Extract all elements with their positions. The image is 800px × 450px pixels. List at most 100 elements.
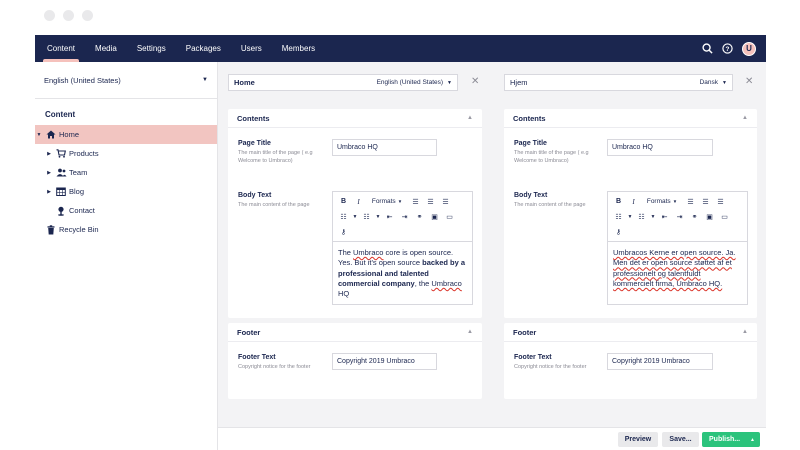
- right-contents-panel: Contents ▲ Page Title The main title of …: [504, 109, 757, 318]
- tree-item-label: Blog: [69, 187, 85, 196]
- tree-item-recycle-bin[interactable]: Recycle Bin: [35, 220, 217, 239]
- caret-up-icon[interactable]: ▲: [750, 437, 755, 443]
- bold-icon[interactable]: B: [336, 195, 351, 209]
- team-icon: [53, 168, 69, 177]
- align-center-icon[interactable]: ☰: [698, 195, 713, 209]
- formats-dropdown[interactable]: Formats ▼: [641, 195, 683, 209]
- nav-packages[interactable]: Packages: [176, 35, 231, 62]
- window-dot: [82, 10, 93, 21]
- rte-content[interactable]: The Umbraco core is open source. Yes. Bu…: [333, 242, 472, 306]
- indent-icon[interactable]: ⇥: [672, 210, 687, 224]
- property-description: The main content of the page: [514, 202, 586, 208]
- right-language-switch[interactable]: Dansk ▼: [700, 79, 727, 86]
- outdent-icon[interactable]: ⇤: [382, 210, 397, 224]
- language-select-value: English (United States): [44, 75, 121, 85]
- caret-down-icon: ▼: [722, 79, 727, 86]
- right-node-header: Hjem Dansk ▼: [504, 74, 733, 91]
- indent-icon[interactable]: ⇥: [397, 210, 412, 224]
- caret-down-icon[interactable]: ▼: [374, 210, 382, 224]
- embed-icon[interactable]: ▭: [442, 210, 457, 224]
- nav-media[interactable]: Media: [85, 35, 127, 62]
- publish-button[interactable]: Publish... ▲: [702, 432, 760, 447]
- content-tree-sidebar: English (United States) ▼ Content ▼ Home…: [35, 62, 218, 450]
- node-name-input[interactable]: Home: [234, 78, 255, 87]
- avatar[interactable]: U: [742, 41, 756, 56]
- page-title-input[interactable]: Umbraco HQ: [607, 139, 713, 156]
- top-bar: Content Media Settings Packages Users Me…: [35, 35, 766, 62]
- preview-button[interactable]: Preview: [618, 432, 658, 447]
- pin-icon: [53, 206, 69, 216]
- formats-label: Formats: [371, 198, 396, 205]
- right-footer-panel: Footer ▲ Footer Text Copyright notice fo…: [504, 323, 757, 399]
- panel-header[interactable]: Contents ▲: [504, 109, 757, 128]
- language-select[interactable]: English (United States) ▼: [35, 62, 217, 99]
- align-center-icon[interactable]: ☰: [423, 195, 438, 209]
- expand-arrow-icon[interactable]: ▶: [45, 151, 53, 157]
- chevron-up-icon[interactable]: ▲: [467, 329, 473, 335]
- panel-title: Contents: [237, 113, 270, 123]
- chevron-up-icon[interactable]: ▲: [467, 115, 473, 121]
- close-icon[interactable]: ✕: [745, 76, 753, 87]
- tree-item-home[interactable]: ▼ Home: [35, 125, 217, 144]
- expand-arrow-icon[interactable]: ▶: [45, 170, 53, 176]
- chevron-up-icon[interactable]: ▲: [742, 329, 748, 335]
- footer-text-input[interactable]: Copyright 2019 Umbraco: [332, 353, 437, 370]
- embed-icon[interactable]: ▭: [717, 210, 732, 224]
- panel-header[interactable]: Contents ▲: [228, 109, 482, 128]
- align-left-icon[interactable]: ☰: [683, 195, 698, 209]
- node-name-input[interactable]: Hjem: [510, 78, 528, 87]
- tree-item-products[interactable]: ▶ Products: [35, 144, 217, 163]
- help-icon[interactable]: ?: [722, 43, 733, 54]
- tree-item-label: Products: [69, 149, 99, 158]
- property-label: Footer Text: [238, 354, 276, 361]
- rte-text: Umbracos Kerne er open source. Ja. Men d…: [613, 248, 736, 289]
- panel-header[interactable]: Footer ▲: [228, 323, 482, 342]
- search-icon[interactable]: [702, 43, 713, 54]
- image-icon[interactable]: ▣: [427, 210, 442, 224]
- bullet-list-icon[interactable]: ☷: [336, 210, 351, 224]
- top-actions: ? U: [702, 41, 766, 56]
- formats-dropdown[interactable]: Formats ▼: [366, 195, 408, 209]
- save-button[interactable]: Save...: [662, 432, 699, 447]
- nav-content[interactable]: Content: [37, 35, 85, 62]
- calendar-icon: [53, 187, 69, 196]
- footer-text-input[interactable]: Copyright 2019 Umbraco: [607, 353, 713, 370]
- bold-icon[interactable]: B: [611, 195, 626, 209]
- chevron-up-icon[interactable]: ▲: [742, 115, 748, 121]
- bullet-list-icon[interactable]: ☷: [611, 210, 626, 224]
- nav-users[interactable]: Users: [231, 35, 272, 62]
- panel-header[interactable]: Footer ▲: [504, 323, 757, 342]
- body-text-property: Body Text The main content of the page: [238, 192, 323, 210]
- left-language-switch[interactable]: English (United States) ▼: [377, 79, 452, 86]
- image-icon[interactable]: ▣: [702, 210, 717, 224]
- close-icon[interactable]: ✕: [471, 76, 479, 87]
- rte-text: Umbraco: [431, 279, 462, 289]
- caret-down-icon[interactable]: ▼: [626, 210, 634, 224]
- expand-arrow-icon[interactable]: ▼: [35, 132, 43, 138]
- rte-content[interactable]: Umbracos Kerne er open source. Ja. Men d…: [608, 242, 747, 295]
- link-icon[interactable]: ⚭: [412, 210, 427, 224]
- link-icon[interactable]: ⚭: [687, 210, 702, 224]
- outdent-icon[interactable]: ⇤: [657, 210, 672, 224]
- tree-item-contact[interactable]: Contact: [35, 201, 217, 220]
- align-left-icon[interactable]: ☰: [408, 195, 423, 209]
- main-nav: Content Media Settings Packages Users Me…: [35, 35, 325, 62]
- caret-down-icon[interactable]: ▼: [649, 210, 657, 224]
- page-title-input[interactable]: Umbraco HQ: [332, 139, 437, 156]
- macro-icon[interactable]: ⚷: [336, 225, 351, 239]
- caret-down-icon: ▼: [672, 199, 678, 204]
- nav-settings[interactable]: Settings: [127, 35, 176, 62]
- numbered-list-icon[interactable]: ☷: [359, 210, 374, 224]
- tree-item-blog[interactable]: ▶ Blog: [35, 182, 217, 201]
- expand-arrow-icon[interactable]: ▶: [45, 189, 53, 195]
- rte-text: Umbraco: [353, 248, 384, 257]
- align-right-icon[interactable]: ☰: [713, 195, 728, 209]
- align-right-icon[interactable]: ☰: [438, 195, 453, 209]
- numbered-list-icon[interactable]: ☷: [634, 210, 649, 224]
- nav-members[interactable]: Members: [272, 35, 325, 62]
- tree-item-team[interactable]: ▶ Team: [35, 163, 217, 182]
- caret-down-icon[interactable]: ▼: [351, 210, 359, 224]
- macro-icon[interactable]: ⚷: [611, 225, 626, 239]
- italic-icon[interactable]: I: [626, 195, 641, 209]
- italic-icon[interactable]: I: [351, 195, 366, 209]
